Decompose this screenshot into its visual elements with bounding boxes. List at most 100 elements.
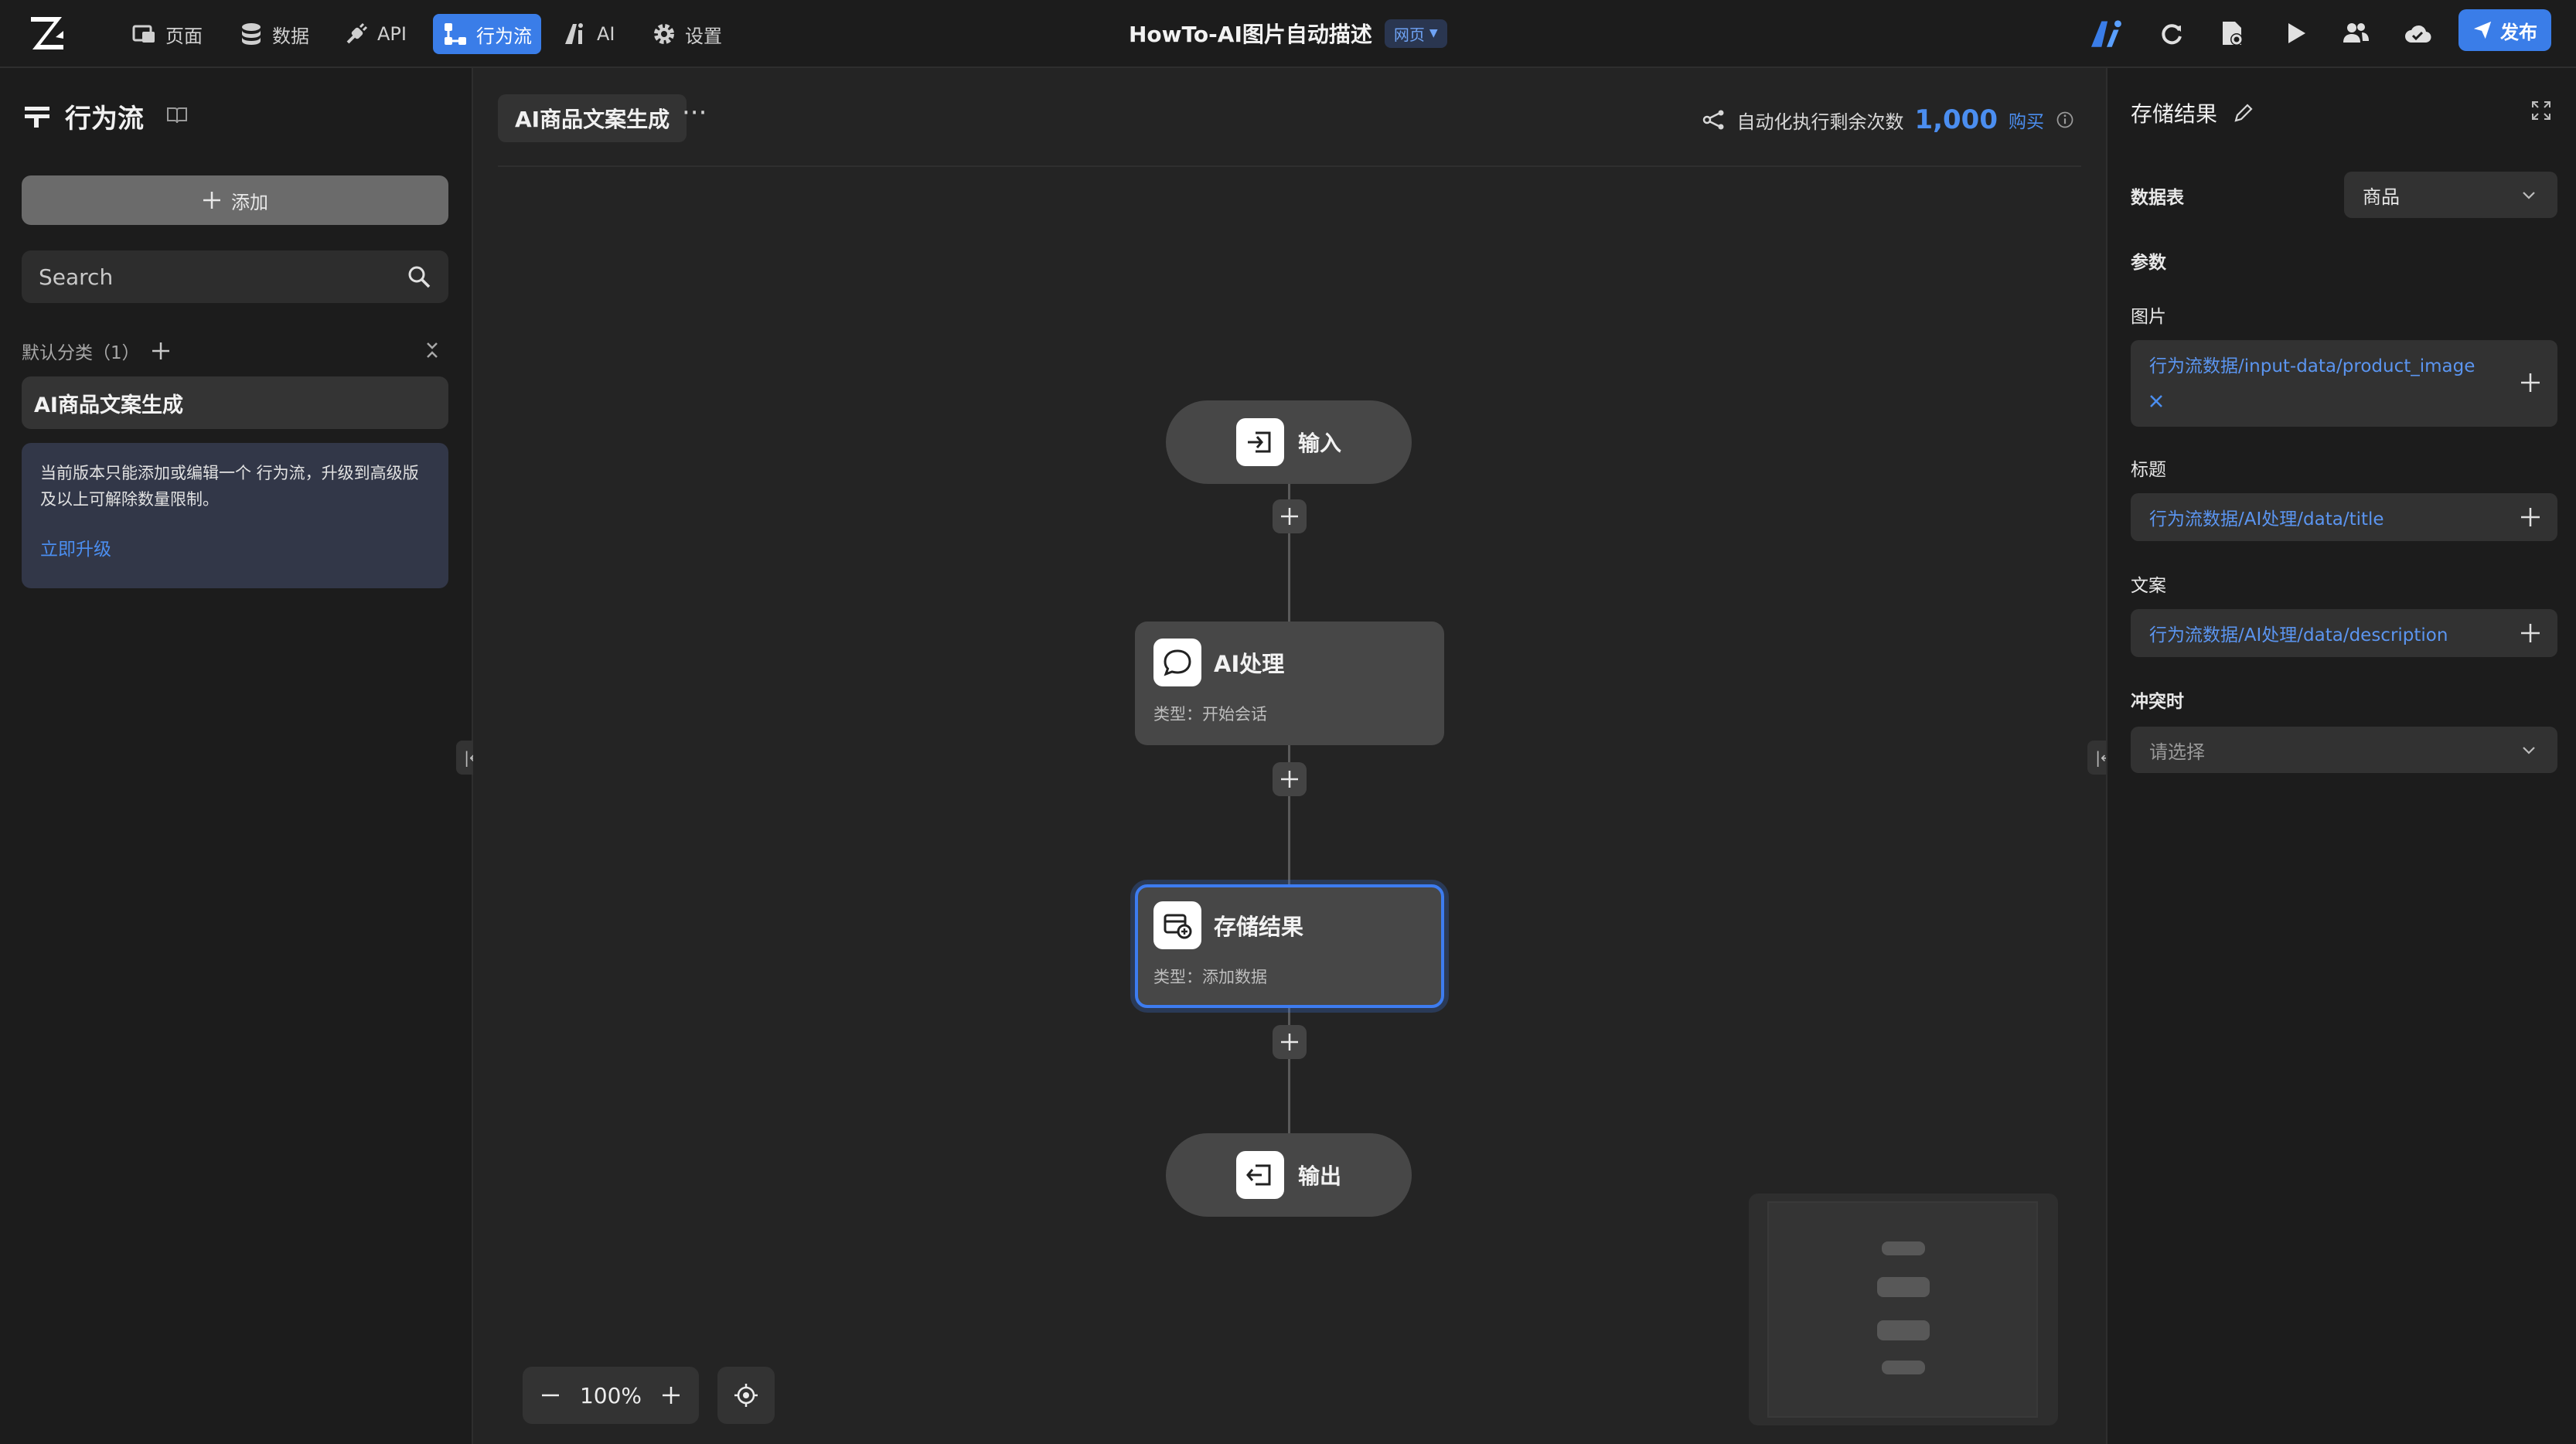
params-label: 参数 bbox=[2131, 253, 2166, 273]
cloud-sync-button[interactable] bbox=[2400, 15, 2435, 51]
chat-bubble-icon bbox=[1164, 649, 1191, 676]
nav-api[interactable]: API bbox=[334, 14, 416, 54]
sidebar-title-text: 行为流 bbox=[65, 104, 144, 135]
book-icon[interactable] bbox=[165, 104, 189, 127]
minimap[interactable] bbox=[1749, 1194, 2058, 1425]
store-node-title: 存储结果 bbox=[1214, 914, 1304, 940]
zoom-out-icon[interactable] bbox=[540, 1384, 561, 1406]
ai-logo-icon bbox=[2091, 20, 2121, 47]
cloud-check-icon bbox=[2405, 25, 2431, 43]
workflow-sidebar: 行为流 添加 默认分类（1） AI商品文案生成 当前版本只能添加或编辑一个 行为… bbox=[0, 68, 473, 1444]
plus-icon[interactable] bbox=[2519, 371, 2542, 394]
store-node-icon-box bbox=[1153, 901, 1201, 949]
add-step-button[interactable] bbox=[1273, 762, 1307, 796]
category-row[interactable]: 默认分类（1） bbox=[22, 335, 448, 366]
search-input[interactable] bbox=[39, 264, 407, 290]
members-button[interactable] bbox=[2338, 15, 2373, 51]
output-node[interactable]: 输出 bbox=[1166, 1133, 1412, 1217]
workflow-tab-label: AI商品文案生成 bbox=[515, 107, 670, 132]
minimap-node bbox=[1877, 1277, 1930, 1297]
add-category-icon[interactable] bbox=[151, 341, 171, 361]
workflow-item-label: AI商品文案生成 bbox=[34, 393, 183, 417]
plus-icon[interactable] bbox=[2519, 622, 2542, 645]
conflict-label: 冲突时 bbox=[2131, 692, 2184, 712]
edit-pencil-icon[interactable] bbox=[2233, 102, 2254, 124]
add-workflow-label: 添加 bbox=[231, 191, 268, 213]
output-node-label: 输出 bbox=[1297, 1163, 1341, 1189]
caret-down-icon: ▼ bbox=[1429, 27, 1438, 39]
database-icon bbox=[242, 23, 261, 45]
more-options-icon[interactable]: ··· bbox=[682, 100, 713, 130]
node-properties-panel: 存储结果 数据表 商品 参数 图片 行为流数据/input-data/produ… bbox=[2106, 68, 2576, 1444]
zoom-in-icon[interactable] bbox=[660, 1384, 682, 1406]
plus-icon[interactable] bbox=[2519, 506, 2542, 529]
refresh-button[interactable] bbox=[2154, 15, 2189, 51]
output-node-icon-box bbox=[1235, 1151, 1284, 1199]
nav-pages[interactable]: 页面 bbox=[122, 14, 212, 54]
store-node-subtitle: 类型：添加数据 bbox=[1153, 968, 1267, 986]
automation-quota: 自动化执行剩余次数 1,000 购买 bbox=[1702, 102, 2075, 138]
zoom-control: 100% bbox=[523, 1367, 699, 1424]
document-settings-button[interactable] bbox=[2214, 15, 2250, 51]
expand-icon[interactable] bbox=[2530, 99, 2553, 122]
preview-button[interactable] bbox=[2278, 15, 2313, 51]
app-logo-icon[interactable] bbox=[28, 14, 68, 53]
search-icon[interactable] bbox=[407, 264, 431, 289]
gear-icon bbox=[654, 24, 674, 44]
collapse-category-icon[interactable] bbox=[421, 339, 444, 362]
upgrade-link[interactable]: 立即升级 bbox=[40, 534, 430, 560]
ai-assistant-button[interactable] bbox=[2089, 15, 2125, 51]
remove-x-icon[interactable] bbox=[2146, 391, 2166, 411]
zoom-level: 100% bbox=[579, 1382, 642, 1408]
input-node[interactable]: 输入 bbox=[1166, 400, 1412, 484]
image-param-field[interactable]: 行为流数据/input-data/product_image bbox=[2131, 340, 2557, 427]
upgrade-notice-text: 当前版本只能添加或编辑一个 行为流，升级到高级版及以上可解除数量限制。 bbox=[40, 464, 419, 509]
nav-data-label: 数据 bbox=[272, 25, 309, 47]
upgrade-notice: 当前版本只能添加或编辑一个 行为流，升级到高级版及以上可解除数量限制。 立即升级 bbox=[22, 443, 448, 588]
plus-icon bbox=[1281, 1034, 1298, 1051]
workflow-list-icon bbox=[25, 106, 49, 128]
conflict-select[interactable]: 请选择 bbox=[2131, 727, 2557, 773]
chevron-down-icon bbox=[2523, 747, 2535, 754]
image-param-value: 行为流数据/input-data/product_image bbox=[2149, 356, 2475, 376]
ai-node-subtitle: 类型：开始会话 bbox=[1153, 705, 1267, 724]
app-title[interactable]: HowTo-AI图片自动描述 网页 ▼ bbox=[1129, 15, 1447, 51]
refresh-icon bbox=[2162, 24, 2182, 45]
recenter-button[interactable] bbox=[717, 1367, 775, 1424]
nav-settings-label: 设置 bbox=[685, 25, 722, 47]
app-type-badge[interactable]: 网页 ▼ bbox=[1384, 19, 1447, 48]
workflow-list-item[interactable]: AI商品文案生成 bbox=[22, 376, 448, 429]
add-workflow-button[interactable]: 添加 bbox=[22, 175, 448, 225]
canvas-divider bbox=[498, 165, 2081, 167]
minimap-node bbox=[1882, 1241, 1925, 1255]
title-param-field[interactable]: 行为流数据/AI处理/data/title bbox=[2131, 493, 2557, 541]
nav-workflow[interactable]: 行为流 bbox=[433, 14, 541, 54]
publish-label: 发布 bbox=[2500, 21, 2537, 43]
sidebar-title: 行为流 bbox=[23, 97, 144, 135]
nav-settings[interactable]: 设置 bbox=[642, 14, 731, 54]
add-step-button[interactable] bbox=[1273, 499, 1307, 533]
buy-link[interactable]: 购买 bbox=[2009, 107, 2044, 133]
share-nodes-icon bbox=[1703, 110, 1724, 130]
nav-ai[interactable]: AI bbox=[554, 14, 625, 54]
ai-process-node[interactable]: AI处理 类型：开始会话 bbox=[1135, 622, 1444, 745]
minimap-viewport[interactable] bbox=[1767, 1201, 2038, 1418]
panel-title: 存储结果 bbox=[2131, 97, 2254, 128]
table-select[interactable]: 商品 bbox=[2344, 172, 2557, 218]
input-node-icon-box bbox=[1235, 418, 1284, 466]
top-bar: 页面 数据 API 行为流 AI 设置 HowTo-AI图片自动描述 网页 ▼ bbox=[0, 0, 2576, 68]
api-plug-icon bbox=[346, 22, 368, 44]
nav-pages-label: 页面 bbox=[165, 25, 203, 47]
workflow-tab[interactable]: AI商品文案生成 bbox=[498, 94, 687, 142]
minimap-node bbox=[1882, 1361, 1925, 1374]
add-step-button[interactable] bbox=[1273, 1025, 1307, 1059]
nav-workflow-label: 行为流 bbox=[476, 25, 532, 47]
publish-button[interactable]: 发布 bbox=[2458, 9, 2551, 51]
nav-data[interactable]: 数据 bbox=[229, 14, 319, 54]
file-gear-icon bbox=[2223, 22, 2243, 46]
store-result-node[interactable]: 存储结果 类型：添加数据 bbox=[1135, 884, 1444, 1008]
search-box[interactable] bbox=[22, 250, 448, 303]
copy-param-field[interactable]: 行为流数据/AI处理/data/description bbox=[2131, 609, 2557, 657]
workflow-canvas[interactable]: AI商品文案生成 ··· 自动化执行剩余次数 1,000 购买 输入 AI处理 … bbox=[473, 68, 2106, 1444]
info-icon[interactable] bbox=[2055, 110, 2075, 130]
